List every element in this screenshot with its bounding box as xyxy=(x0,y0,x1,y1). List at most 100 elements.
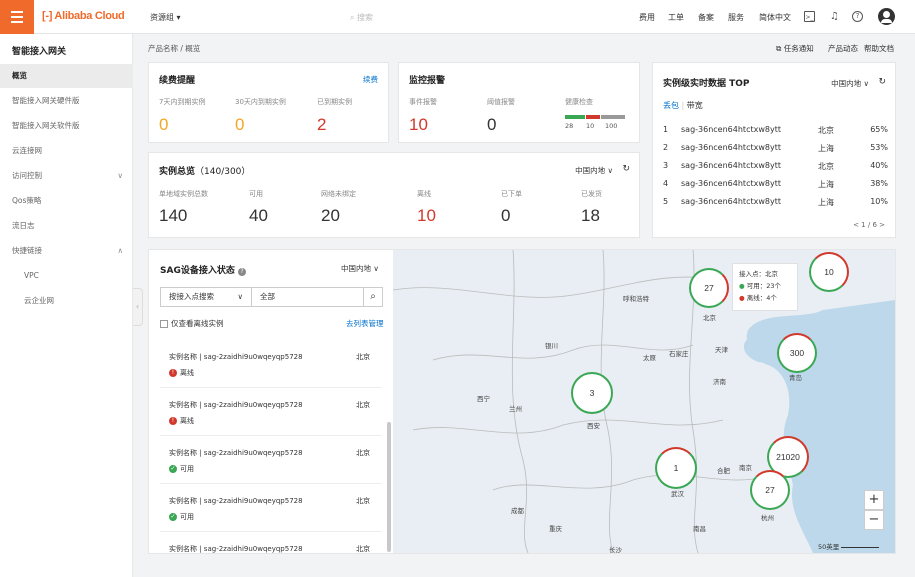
map-cluster[interactable]: 3 xyxy=(571,372,613,414)
sidebar-item-qos[interactable]: Qos策略 xyxy=(0,189,133,213)
sidebar-item-acl[interactable]: 访问控制 ∨ xyxy=(0,164,133,188)
unbound-label: 网络未绑定 xyxy=(321,190,356,198)
help-icon[interactable]: ? xyxy=(852,11,863,22)
map-cluster[interactable]: 1 xyxy=(655,447,697,489)
monitor-card: 监控报警 事件报警 阈值报警 健康检查 10 0 28 10 100 xyxy=(398,62,640,143)
renew-30day-value: 0 xyxy=(235,115,245,134)
city-label: 合肥 xyxy=(717,467,730,475)
top-row[interactable]: 4 sag-36ncen64htctxw8ytt 上海 38% xyxy=(663,179,888,196)
city-label: 武汉 xyxy=(671,490,684,498)
map[interactable]: 呼和浩特 北京 天津 银川 太原 石家庄 济南 西宁 兰州 西安 青岛 武汉 合… xyxy=(393,250,895,553)
threshold-alarm-label: 阈值报警 xyxy=(487,98,515,106)
list-item[interactable]: 实例名称 | sag-2zaidhi9u0wqeyqp5728 北京 ✓ 可用 xyxy=(160,484,382,532)
available-label: 可用 xyxy=(249,190,263,198)
top-region-select[interactable]: 中国内地 ∨ xyxy=(831,78,869,89)
breadcrumb: 产品名称 / 概览 xyxy=(148,44,201,53)
resource-group-select[interactable]: 资源组 ▾ xyxy=(150,12,181,23)
shipped-value: 18 xyxy=(581,206,600,225)
sidebar-item-flowlog[interactable]: 流日志 xyxy=(0,214,133,238)
top-pager[interactable]: < 1 / 6 > xyxy=(853,221,885,229)
city-label: 兰州 xyxy=(509,405,522,413)
sag-region-select[interactable]: 中国内地 ∨ xyxy=(341,263,379,274)
city-label: 太原 xyxy=(643,354,656,362)
list-item[interactable]: 实例名称 | sag-2zaidhi9u0wqeyqp5728 北京 ✓ 可用 xyxy=(160,436,382,484)
refresh-icon[interactable]: ↻ xyxy=(622,164,630,174)
list-management-link[interactable]: 去列表管理 xyxy=(346,318,384,329)
sidebar-item-cen[interactable]: 云企业网 xyxy=(0,289,133,313)
search-input[interactable]: 全部 xyxy=(251,287,364,307)
top-refresh-icon[interactable]: ↻ xyxy=(878,77,886,87)
sidebar-item-shortcuts[interactable]: 快捷链接 ∧ xyxy=(0,239,133,263)
city-label: 北京 xyxy=(703,314,716,322)
nav-language[interactable]: 简体中文 xyxy=(759,12,791,23)
external-link-icon: ⧉ xyxy=(776,44,784,53)
sag-title: SAG设备接入状态 ? xyxy=(160,263,246,276)
health-ok-value: 28 xyxy=(565,122,574,130)
check-icon: ✓ xyxy=(169,465,177,473)
menu-icon[interactable] xyxy=(0,0,34,34)
health-check-label: 健康检查 xyxy=(565,98,593,106)
total-instances-value: 140 xyxy=(159,206,188,225)
chevron-down-icon: ∨ xyxy=(863,79,870,88)
help-docs-link[interactable]: 帮助文档 xyxy=(864,43,894,54)
bell-icon[interactable]: ♫ xyxy=(829,11,840,22)
sidebar-item-overview[interactable]: 概览 xyxy=(0,64,133,88)
only-offline-checkbox[interactable]: 仅查看离线实例 xyxy=(160,318,224,329)
renew-7day-value: 0 xyxy=(159,115,169,134)
city-label: 青岛 xyxy=(789,374,802,382)
threshold-alarm-value: 0 xyxy=(487,115,497,134)
map-cluster[interactable]: 300 xyxy=(777,333,817,373)
city-label: 杭州 xyxy=(761,514,774,522)
product-news-link[interactable]: 产品动态 xyxy=(828,43,858,54)
instance-overview-card: 实例总览（140/300） 中国内地 ∨ ↻ 单地域实例总数 可用 网络未绑定 … xyxy=(148,152,640,238)
tab-bandwidth[interactable]: 带宽 xyxy=(687,101,703,110)
list-item[interactable]: 实例名称 | sag-2zaidhi9u0wqeyqp5728 北京! 离线 xyxy=(160,388,382,436)
city-label: 南京 xyxy=(739,464,752,472)
top-row[interactable]: 1 sag-36ncen64htctxw8ytt 北京 65% xyxy=(663,125,888,142)
map-cluster[interactable]: 10 xyxy=(809,252,849,292)
task-notification-link[interactable]: ⧉ 任务通知 xyxy=(776,43,814,54)
nav-service[interactable]: 服务 xyxy=(728,12,744,23)
health-unknown-value: 100 xyxy=(605,122,618,130)
chevron-down-icon: ∨ xyxy=(373,264,379,273)
city-label: 成都 xyxy=(511,507,524,515)
top-row[interactable]: 5 sag-36ncen64htctxw8ytt 上海 10% xyxy=(663,197,888,214)
nav-icp[interactable]: 备案 xyxy=(698,12,714,23)
event-alarm-value: 10 xyxy=(409,115,428,134)
top-row[interactable]: 3 sag-36ncen64htctxw8ytt 北京 40% xyxy=(663,161,888,178)
map-cluster[interactable]: 27 xyxy=(750,470,790,510)
search-by-select[interactable]: 按接入点搜索 ∨ xyxy=(160,287,252,307)
nav-tickets[interactable]: 工单 xyxy=(668,12,684,23)
sidebar-item-ccn[interactable]: 云连接网 xyxy=(0,139,133,163)
terminal-icon[interactable]: >_ xyxy=(804,11,815,22)
sidebar-item-hardware[interactable]: 智能接入网关硬件版 xyxy=(0,89,133,113)
list-item[interactable]: 实例名称 | sag-2zaidhi9u0wqeyqp5728 北京! 离线 xyxy=(160,340,382,388)
zoom-out-button[interactable]: − xyxy=(864,510,884,530)
top-row[interactable]: 2 sag-36ncen64htctxw8ytt 上海 53% xyxy=(663,143,888,160)
list-scrollbar[interactable] xyxy=(387,422,391,552)
city-label: 西安 xyxy=(587,422,600,430)
event-alarm-label: 事件报警 xyxy=(409,98,437,106)
nav-billing[interactable]: 费用 xyxy=(639,12,655,23)
zoom-in-button[interactable]: + xyxy=(864,490,884,510)
search-input[interactable]: ⌕ 搜索 xyxy=(350,12,373,23)
error-icon: ! xyxy=(169,369,177,377)
sidebar-collapse-handle[interactable]: ‹ xyxy=(133,288,143,326)
avatar[interactable] xyxy=(878,8,895,25)
search-icon[interactable]: ⌕ xyxy=(363,287,383,307)
brand-logo[interactable]: [-] Alibaba Cloud xyxy=(42,10,125,22)
renew-link[interactable]: 续费 xyxy=(363,74,378,85)
map-tooltip: 接入点：北京 ● 可用：23个 ● 离线：4个 xyxy=(732,263,798,311)
sidebar-item-vpc[interactable]: VPC xyxy=(0,264,133,288)
offline-value: 10 xyxy=(417,206,436,225)
health-bar-ok xyxy=(565,115,585,119)
sidebar-item-software[interactable]: 智能接入网关软件版 xyxy=(0,114,133,138)
check-icon: ✓ xyxy=(169,513,177,521)
city-label: 呼和浩特 xyxy=(623,295,649,303)
ordered-label: 已下单 xyxy=(501,190,522,198)
list-item[interactable]: 实例名称 | sag-2zaidhi9u0wqeyqp5728 北京 xyxy=(160,532,382,553)
renew-expired-label: 已到期实例 xyxy=(317,98,352,106)
tab-packet-loss[interactable]: 丢包 xyxy=(663,101,679,110)
map-cluster[interactable]: 27 xyxy=(689,268,729,308)
region-select[interactable]: 中国内地 ∨ xyxy=(575,165,613,176)
